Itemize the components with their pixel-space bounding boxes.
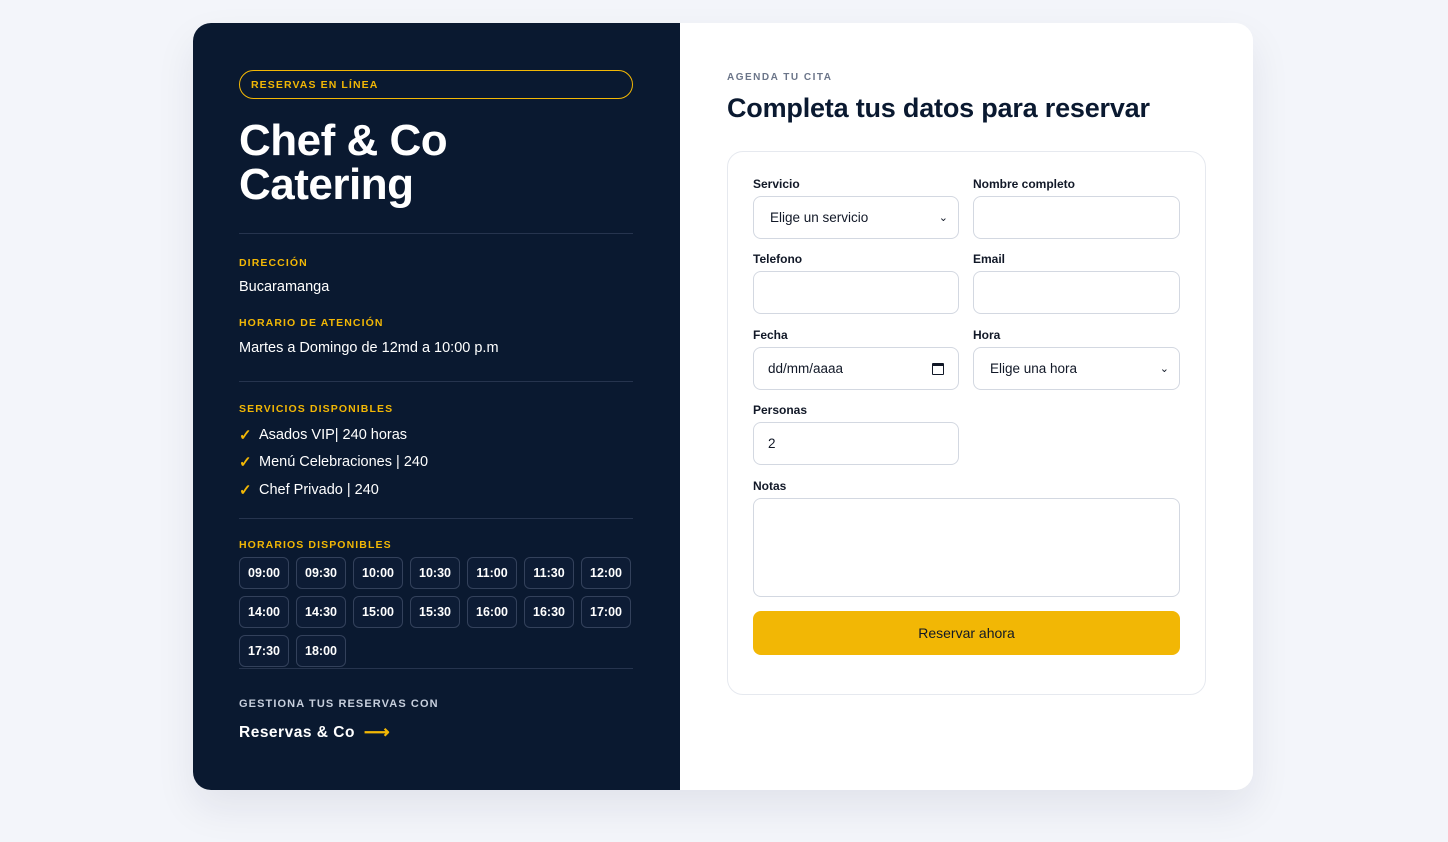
time-slot[interactable]: 09:30 — [296, 557, 346, 589]
time-slot[interactable]: 18:00 — [296, 635, 346, 667]
divider — [239, 381, 633, 382]
date-field[interactable]: dd/mm/aaaa — [753, 347, 959, 390]
service-label: Servicio — [753, 177, 800, 191]
date-label: Fecha — [753, 328, 788, 342]
info-panel: RESERVAS EN LÍNEA Chef & Co Catering DIR… — [193, 23, 680, 790]
check-icon: ✓ — [239, 454, 252, 472]
service-name: Asados VIP| 240 horas — [259, 426, 408, 443]
phone-label: Telefono — [753, 252, 803, 266]
hours-value: Martes a Domingo de 12md a 10:00 p.m — [239, 340, 499, 356]
calendar-icon[interactable] — [932, 362, 944, 375]
service-select-value: Elige un servicio — [770, 210, 869, 225]
time-slots-grid: 09:00 09:30 10:00 10:30 11:00 11:30 12:0… — [239, 557, 639, 667]
time-slot[interactable]: 11:00 — [467, 557, 517, 589]
time-slot[interactable]: 14:30 — [296, 596, 346, 628]
date-placeholder: dd/mm/aaaa — [768, 361, 844, 376]
list-item: ✓ Menú Celebraciones | 240 — [239, 449, 428, 477]
time-slot[interactable]: 09:00 — [239, 557, 289, 589]
service-name: Chef Privado | 240 — [259, 481, 379, 498]
time-select-value: Elige una hora — [990, 361, 1078, 376]
phone-field[interactable] — [753, 271, 959, 314]
service-name: Menú Celebraciones | 240 — [259, 454, 429, 471]
times-label: HORARIOS DISPONIBLES — [239, 539, 392, 551]
booking-form: Servicio Elige un servicio ⌄ Nombre comp… — [727, 151, 1206, 695]
list-item: ✓ Asados VIP| 240 horas — [239, 421, 428, 449]
list-item: ✓ Chef Privado | 240 — [239, 476, 428, 504]
check-icon: ✓ — [239, 426, 252, 444]
services-label: SERVICIOS DISPONIBLES — [239, 403, 394, 415]
check-icon: ✓ — [239, 481, 252, 499]
brand-title-line2: Catering — [239, 160, 414, 209]
notes-field[interactable] — [753, 498, 1180, 597]
time-slot[interactable]: 10:00 — [353, 557, 403, 589]
brand-title-line1: Chef & Co — [239, 116, 448, 165]
manage-reservations-link[interactable]: Reservas & Co ⟶ — [239, 722, 390, 743]
time-label: Hora — [973, 328, 1001, 342]
divider — [239, 668, 633, 669]
time-slot[interactable]: 15:00 — [353, 596, 403, 628]
time-slot[interactable]: 11:30 — [524, 557, 574, 589]
time-select[interactable]: Elige una hora ⌄ — [973, 347, 1180, 390]
service-select[interactable]: Elige un servicio ⌄ — [753, 196, 959, 239]
email-label: Email — [973, 252, 1006, 266]
chevron-down-icon: ⌄ — [938, 212, 948, 224]
form-eyebrow: AGENDA TU CITA — [727, 72, 833, 83]
time-slot[interactable]: 12:00 — [581, 557, 631, 589]
people-label: Personas — [753, 403, 808, 417]
manage-label: GESTIONA TUS RESERVAS CON — [239, 698, 439, 710]
divider — [239, 233, 633, 234]
time-slot[interactable]: 15:30 — [410, 596, 460, 628]
time-slot[interactable]: 17:00 — [581, 596, 631, 628]
email-field[interactable] — [973, 271, 1180, 314]
submit-button[interactable]: Reservar ahora — [753, 611, 1180, 655]
booking-card: RESERVAS EN LÍNEA Chef & Co Catering DIR… — [193, 23, 1253, 790]
brand-title: Chef & Co Catering — [239, 119, 633, 207]
form-panel: AGENDA TU CITA Completa tus datos para r… — [680, 23, 1253, 790]
time-slot[interactable]: 14:00 — [239, 596, 289, 628]
address-value: Bucaramanga — [239, 279, 330, 295]
time-slot[interactable]: 17:30 — [239, 635, 289, 667]
notes-label: Notas — [753, 479, 787, 493]
form-heading: Completa tus datos para reservar — [727, 93, 1150, 123]
services-list: ✓ Asados VIP| 240 horas ✓ Menú Celebraci… — [239, 421, 428, 504]
hours-label: HORARIO DE ATENCIÓN — [239, 317, 384, 329]
divider — [239, 518, 633, 519]
name-field[interactable] — [973, 196, 1180, 239]
name-label: Nombre completo — [973, 177, 1076, 191]
chevron-down-icon: ⌄ — [1159, 363, 1169, 375]
online-booking-badge: RESERVAS EN LÍNEA — [239, 70, 633, 99]
people-field[interactable]: 2 — [753, 422, 959, 465]
arrow-right-icon: ⟶ — [363, 722, 391, 742]
manage-link-label: Reservas & Co — [239, 723, 355, 741]
address-label: DIRECCIÓN — [239, 257, 308, 269]
time-slot[interactable]: 10:30 — [410, 557, 460, 589]
time-slot[interactable]: 16:30 — [524, 596, 574, 628]
people-value: 2 — [768, 436, 776, 451]
time-slot[interactable]: 16:00 — [467, 596, 517, 628]
